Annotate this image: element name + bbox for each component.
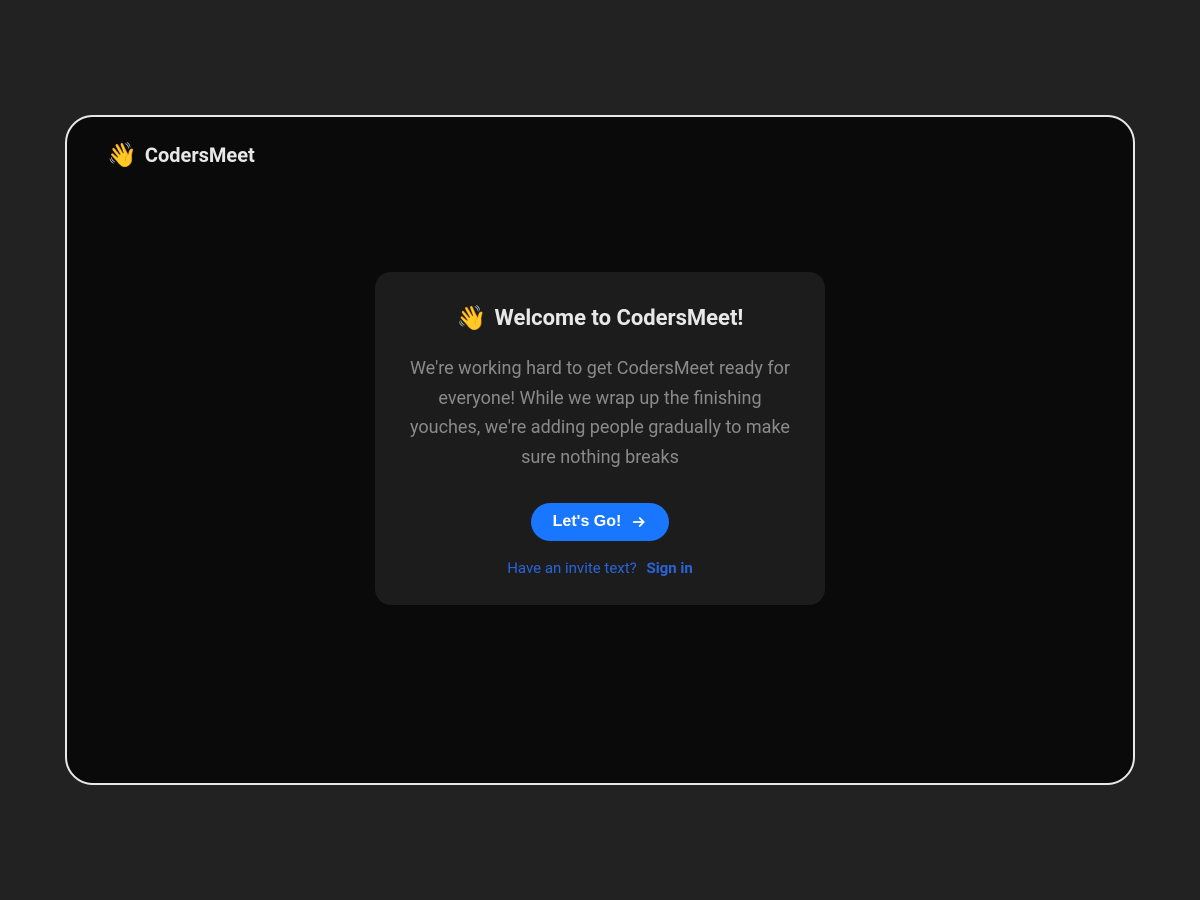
arrow-right-icon: [631, 514, 647, 530]
wave-icon: 👋: [457, 304, 487, 332]
lets-go-button[interactable]: Let's Go!: [531, 503, 670, 541]
invite-question: Have an invite text?: [507, 559, 637, 577]
logo-text: CodersMeet: [145, 143, 255, 167]
invite-row: Have an invite text? Sign in: [403, 559, 797, 577]
sign-in-link[interactable]: Sign in: [646, 559, 692, 577]
card-heading: 👋 Welcome to CodersMeet!: [403, 304, 797, 332]
card-body-text: We're working hard to get CodersMeet rea…: [403, 354, 797, 473]
heading-text: Welcome to CodersMeet!: [495, 306, 744, 331]
app-window: 👋 CodersMeet 👋 Welcome to CodersMeet! We…: [65, 115, 1135, 785]
cta-label: Let's Go!: [553, 513, 622, 531]
welcome-card: 👋 Welcome to CodersMeet! We're working h…: [375, 272, 825, 605]
logo: 👋 CodersMeet: [107, 141, 255, 169]
wave-icon: 👋: [107, 141, 137, 169]
